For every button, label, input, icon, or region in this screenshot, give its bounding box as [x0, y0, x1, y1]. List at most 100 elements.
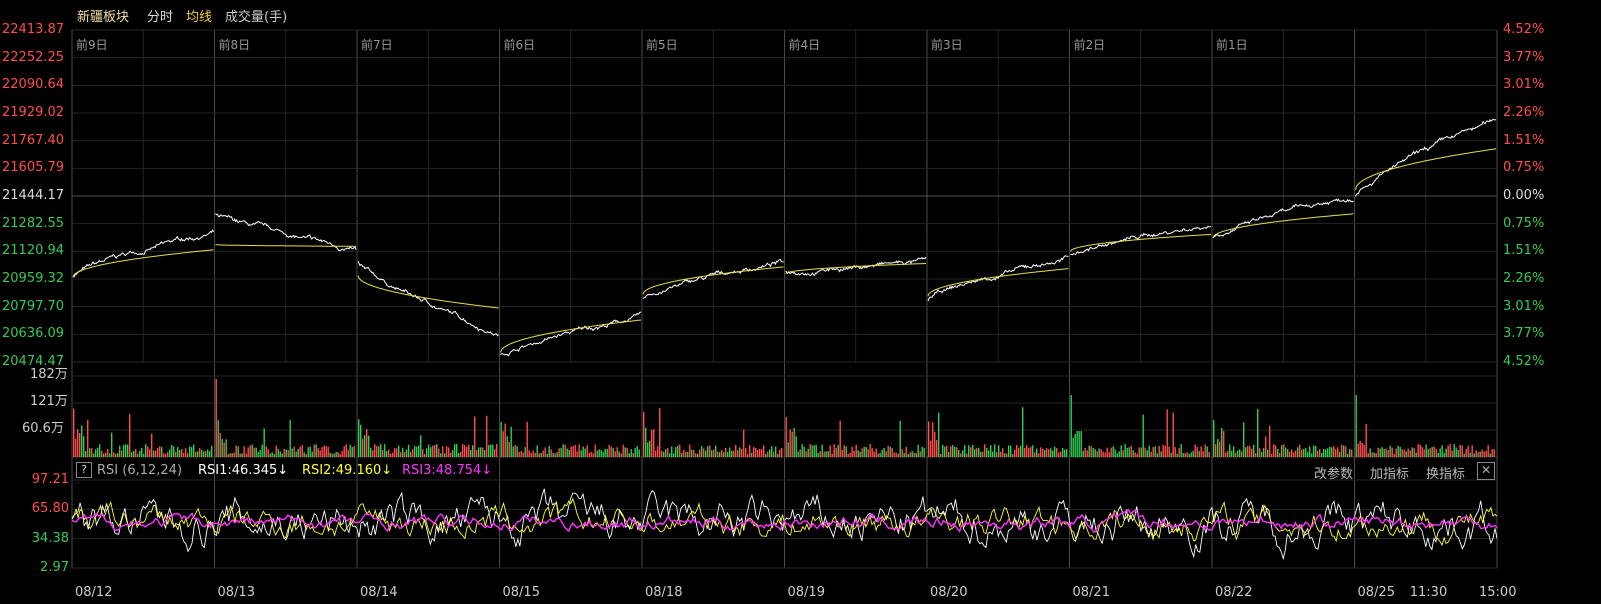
volume-bar [1006, 453, 1008, 457]
volume-bar [83, 436, 85, 457]
volume-bar [203, 451, 205, 457]
volume-bar [568, 449, 570, 457]
volume-bar [827, 451, 829, 457]
volume-bar [333, 453, 335, 457]
volume-bar [1120, 445, 1122, 457]
volume-bar [588, 452, 590, 457]
volume-bar [1297, 447, 1299, 457]
volume-bar [741, 449, 743, 457]
volume-bar [930, 440, 932, 457]
volume-bar [713, 449, 715, 457]
volume-bar [227, 453, 229, 457]
percent-tick-label: 3.77% [1503, 326, 1545, 342]
volume-bar [1217, 438, 1219, 457]
volume-bar [1469, 452, 1471, 457]
volume-bar [446, 446, 448, 457]
volume-bar [651, 429, 653, 457]
volume-bar [177, 447, 179, 457]
close-icon[interactable]: ✕ [1477, 462, 1495, 480]
volume-bar [165, 453, 167, 457]
volume-bar [89, 448, 91, 457]
volume-bar [1405, 451, 1407, 457]
time-tick-label: 08/15 [502, 585, 540, 600]
volume-bar [647, 442, 649, 457]
volume-bar [337, 452, 339, 457]
volume-bar [368, 435, 370, 457]
volume-bar [837, 444, 839, 457]
rsi-tick-label: 34.38 [31, 530, 69, 546]
volume-bar [492, 444, 494, 457]
volume-bar [1162, 444, 1164, 457]
chart-grid [71, 29, 1498, 569]
volume-tick-label: 182万 [30, 367, 68, 382]
volume-bar [805, 451, 807, 457]
volume-bar [809, 444, 811, 457]
volume-bar [1419, 444, 1421, 457]
volume-bar [366, 429, 368, 457]
volume-bar [1122, 450, 1124, 457]
volume-bar [1056, 448, 1058, 457]
volume-bar [905, 446, 907, 457]
time-tick-label: 08/14 [360, 585, 398, 600]
volume-bar [526, 421, 528, 457]
volume-bar [163, 453, 165, 457]
volume-bar [1225, 452, 1227, 457]
volume-bar [777, 453, 779, 457]
volume-bar [167, 451, 169, 457]
volume-bar [271, 452, 273, 457]
volume-bar [1239, 449, 1241, 457]
volume-bar [1383, 449, 1385, 457]
intraday-chart[interactable] [0, 0, 1601, 604]
volume-bar [468, 444, 470, 457]
change-params-button[interactable]: 改参数 [1314, 463, 1353, 482]
time-tick-label: 08/12 [75, 585, 113, 600]
volume-bar [725, 448, 727, 457]
volume-bar [105, 452, 107, 457]
volume-bar [1138, 447, 1140, 457]
volume-bar [1303, 448, 1305, 457]
volume-bar [149, 449, 151, 457]
volume-bar [418, 445, 420, 457]
switch-indicator-button[interactable]: 换指标 [1426, 463, 1465, 482]
volume-bar [1040, 447, 1042, 457]
volume-bar [799, 449, 801, 457]
volume-bar [157, 447, 159, 457]
volume-bar [544, 447, 546, 457]
price-tick-label: 21120.94 [2, 243, 65, 259]
volume-bar [779, 449, 781, 457]
volume-bar [857, 450, 859, 457]
volume-bar [1445, 448, 1447, 457]
volume-bar [1271, 453, 1273, 457]
time-tick-label: 08/21 [1072, 585, 1110, 600]
volume-bar [1114, 449, 1116, 457]
volume-bar [982, 451, 984, 457]
volume-bar [229, 453, 231, 457]
volume-bar [699, 449, 701, 457]
volume-bar [757, 449, 759, 457]
volume-bar [580, 450, 582, 457]
volume-bar [484, 450, 486, 457]
volume-bar [673, 453, 675, 457]
volume-bar [143, 453, 145, 457]
volume-bar [643, 412, 645, 457]
add-indicator-button[interactable]: 加指标 [1370, 463, 1409, 482]
volume-bar [1174, 447, 1176, 457]
volume-bar [1150, 451, 1152, 457]
time-tick-label: 15:00 [1479, 585, 1517, 600]
volume-bar [616, 447, 618, 457]
volume-bar [534, 452, 536, 457]
volume-bar [223, 442, 225, 457]
volume-bar [1481, 449, 1483, 457]
volume-bar [1241, 451, 1243, 457]
volume-bar [751, 452, 753, 457]
volume-bar [1439, 448, 1441, 457]
volume-bar [606, 448, 608, 457]
volume-bar [91, 448, 93, 457]
volume-bar [923, 447, 925, 457]
volume-bar [135, 448, 137, 457]
volume-bar [1421, 447, 1423, 457]
volume-bar [121, 450, 123, 457]
volume-bar [1349, 449, 1351, 457]
volume-bar [1313, 445, 1315, 457]
volume-bar [883, 447, 885, 457]
